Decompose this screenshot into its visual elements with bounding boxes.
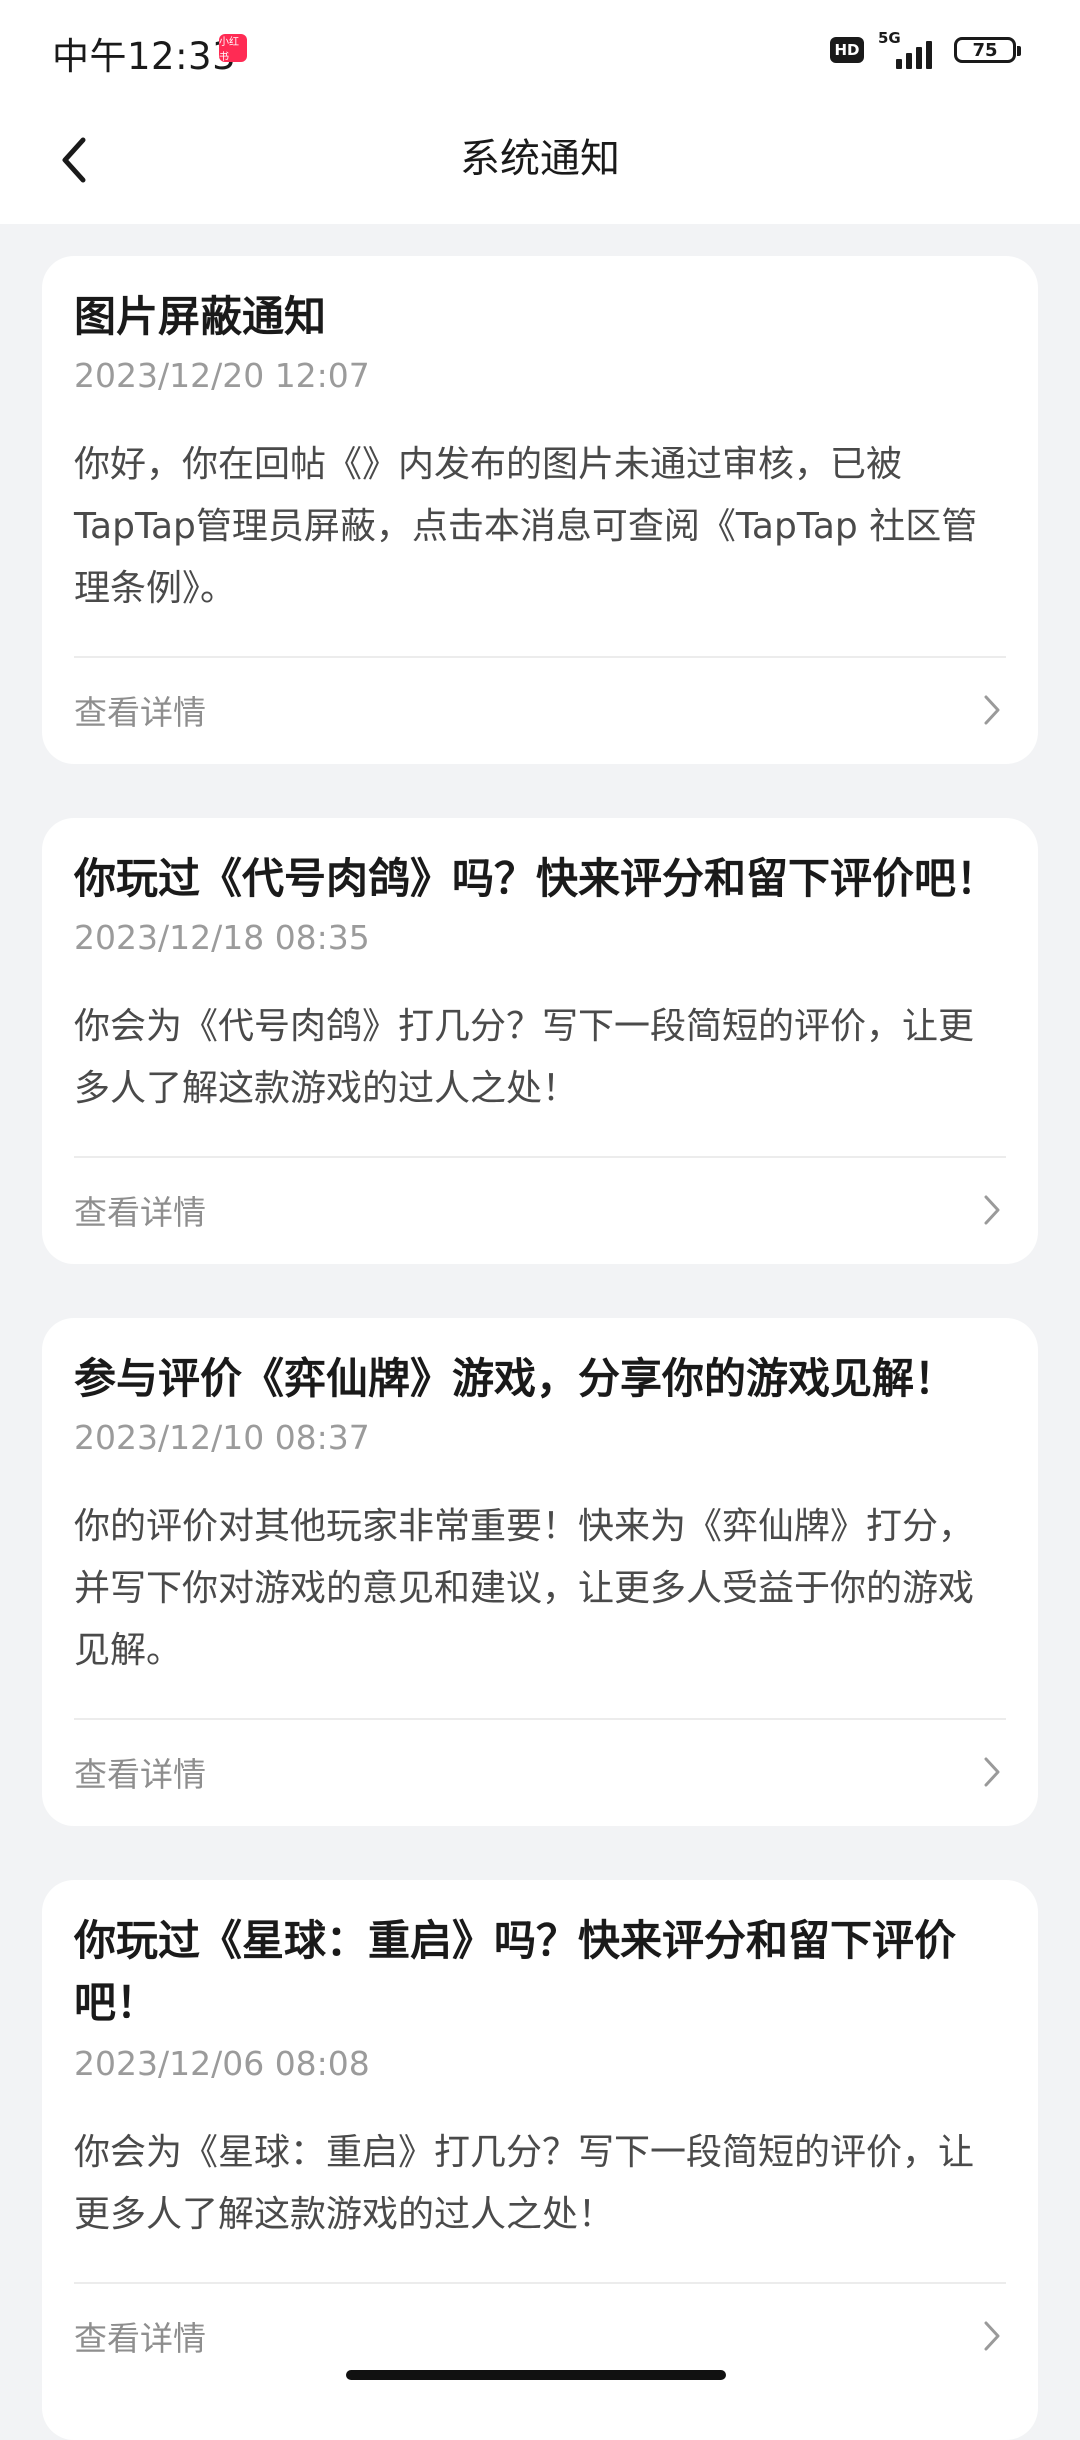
nav-bar: 系统通知: [0, 96, 1080, 224]
notification-title: 图片屏蔽通知: [74, 292, 327, 341]
notification-card[interactable]: 参与评价《弈仙牌》游戏，分享你的游戏见解！ 2023/12/10 08:37 你…: [42, 1318, 1038, 1826]
notification-body: 你会为《星球：重启》打几分？写下一段简短的评价，让更多人了解这款游戏的过人之处！: [74, 2132, 975, 2235]
hd-icon: HD: [830, 37, 864, 63]
notification-date: 2023/12/18 08:35: [74, 918, 370, 957]
card-divider: [74, 1156, 1006, 1158]
home-indicator[interactable]: [346, 2370, 726, 2380]
card-divider: [74, 656, 1006, 658]
page-title: 系统通知: [460, 136, 620, 182]
notification-body: 你好，你在回帖《》内发布的图片未通过审核，已被TapTap管理员屏蔽，点击本消息…: [74, 444, 978, 609]
view-details-label: 查看详情: [74, 1193, 206, 1232]
notification-body: 你会为《代号肉鸽》打几分？写下一段简短的评价，让更多人了解这款游戏的过人之处！: [74, 1006, 975, 1109]
chevron-right-icon: [978, 690, 1006, 730]
status-time: 中午12:33: [52, 35, 237, 78]
chevron-right-icon: [978, 1752, 1006, 1792]
notification-title: 你玩过《星球：重启》吗？快来评分和留下评价吧！: [74, 1916, 957, 2027]
card-divider: [74, 1718, 1006, 1720]
notification-title: 你玩过《代号肉鸽》吗？快来评分和留下评价吧！: [74, 854, 999, 903]
view-details-link[interactable]: 查看详情: [74, 1742, 1006, 1802]
app-notification-label: 小红书: [219, 37, 239, 62]
chevron-right-icon: [978, 2316, 1006, 2356]
notification-date: 2023/12/20 12:07: [74, 356, 370, 395]
view-details-link[interactable]: 查看详情: [74, 2306, 1006, 2366]
notification-body: 你的评价对其他玩家非常重要！快来为《弈仙牌》打分，并写下你对游戏的意见和建议，让…: [74, 1506, 975, 1671]
card-divider: [74, 2282, 1006, 2284]
battery-icon: 75: [954, 37, 1021, 63]
notification-card[interactable]: 图片屏蔽通知 2023/12/20 12:07 你好，你在回帖《》内发布的图片未…: [42, 256, 1038, 764]
notification-card[interactable]: 你玩过《星球：重启》吗？快来评分和留下评价吧！ 2023/12/06 08:08…: [42, 1880, 1038, 2440]
view-details-link[interactable]: 查看详情: [74, 680, 1006, 740]
status-bar: 中午12:33 小红书 HD 5G 75: [0, 0, 1080, 96]
notification-date: 2023/12/10 08:37: [74, 1418, 370, 1457]
chevron-right-icon: [978, 1190, 1006, 1230]
view-details-label: 查看详情: [74, 2319, 206, 2358]
notification-date: 2023/12/06 08:08: [74, 2044, 370, 2083]
view-details-link[interactable]: 查看详情: [74, 1180, 1006, 1240]
status-icons: HD 5G 75: [830, 29, 1021, 70]
view-details-label: 查看详情: [74, 693, 206, 732]
app-notification-icon: 小红书: [219, 34, 247, 62]
notification-card[interactable]: 你玩过《代号肉鸽》吗？快来评分和留下评价吧！ 2023/12/18 08:35 …: [42, 818, 1038, 1264]
view-details-label: 查看详情: [74, 1755, 206, 1794]
notification-title: 参与评价《弈仙牌》游戏，分享你的游戏见解！: [74, 1354, 957, 1403]
signal-icon: 5G: [878, 29, 940, 69]
battery-level: 75: [972, 39, 998, 61]
